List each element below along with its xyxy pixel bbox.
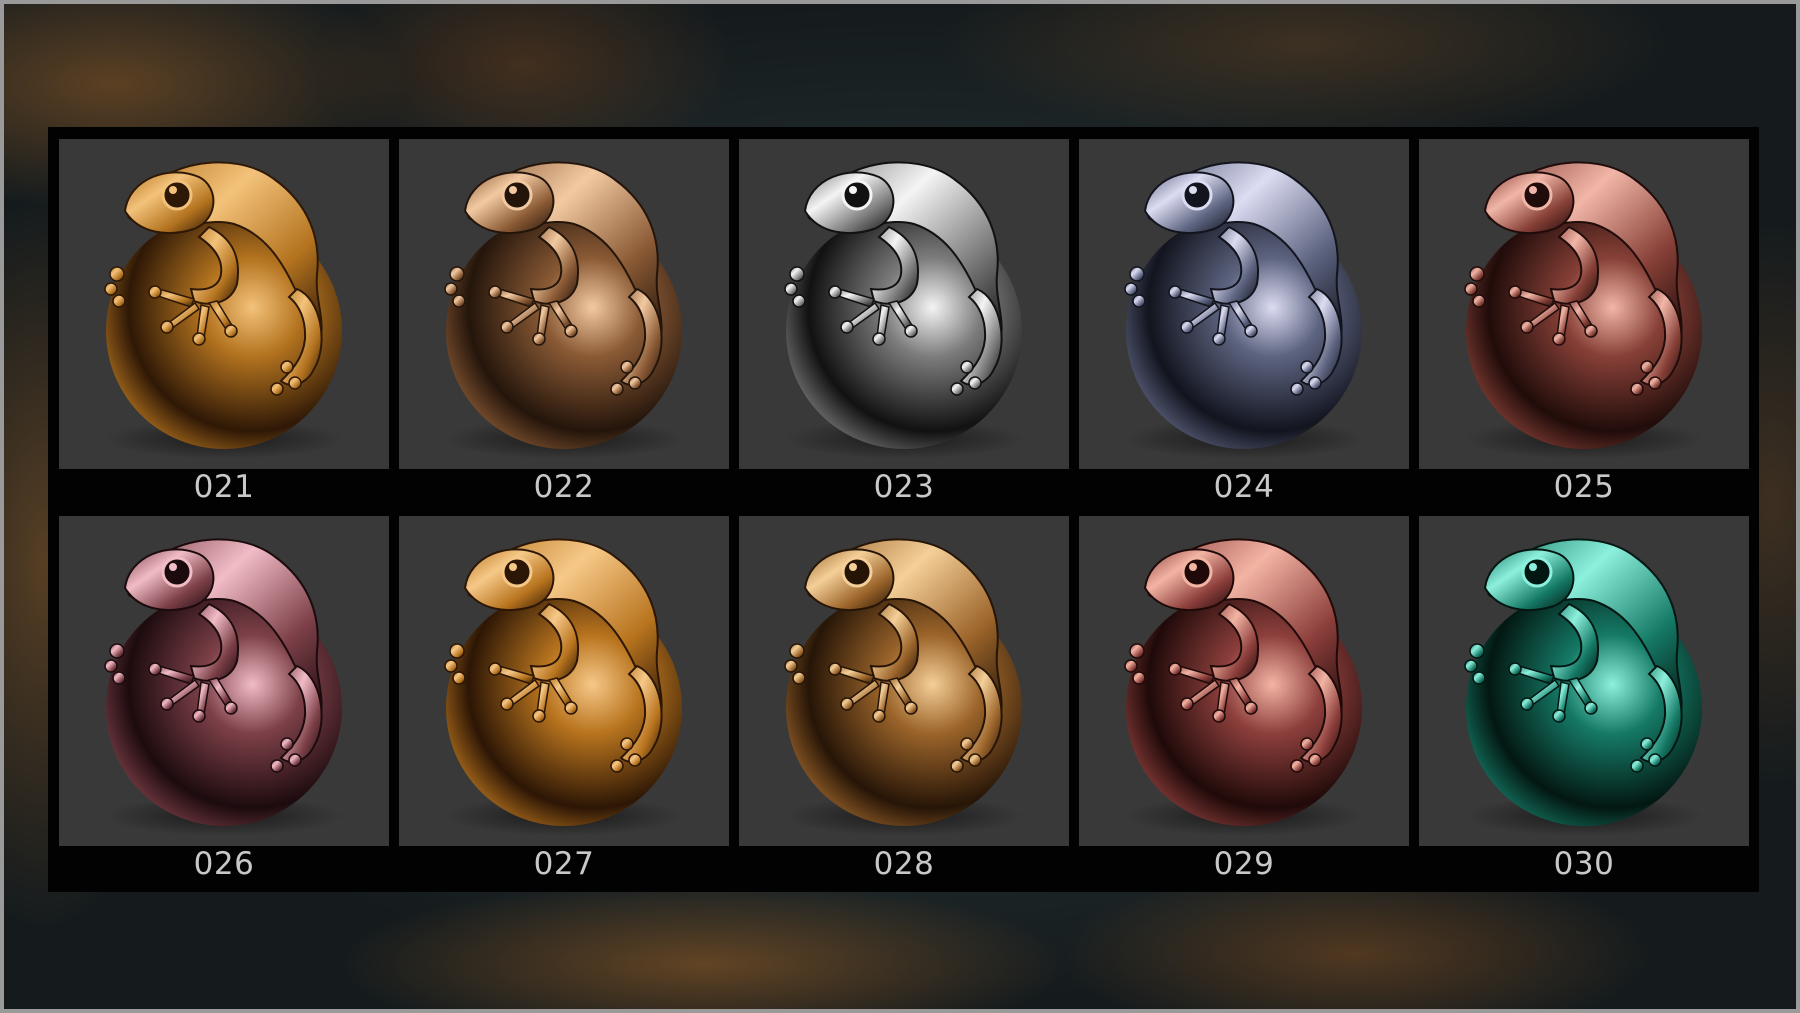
frog-sphere-icon [104, 538, 344, 836]
material-swatch-030[interactable] [1419, 516, 1749, 846]
frog-sphere-icon [444, 538, 684, 836]
material-label: 029 [1213, 846, 1275, 882]
material-grid-panel: 021 022 023 024 025 026 027 028 029 030 [48, 127, 1759, 892]
material-swatch-028[interactable] [739, 516, 1069, 846]
grunge-background: 021 022 023 024 025 026 027 028 029 030 [0, 0, 1800, 1013]
material-swatch-021[interactable] [59, 139, 389, 469]
material-label: 023 [873, 469, 935, 505]
material-swatch-024[interactable] [1079, 139, 1409, 469]
frog-sphere-icon [1464, 538, 1704, 836]
frog-sphere-icon [1124, 161, 1364, 459]
frog-sphere-icon [104, 161, 344, 459]
material-label: 027 [533, 846, 595, 882]
material-label: 026 [193, 846, 255, 882]
frog-sphere-icon [784, 538, 1024, 836]
material-label: 021 [193, 469, 255, 505]
frog-sphere-icon [784, 161, 1024, 459]
material-label: 024 [1213, 469, 1275, 505]
material-label: 022 [533, 469, 595, 505]
frog-sphere-icon [444, 161, 684, 459]
frog-sphere-icon [1124, 538, 1364, 836]
frog-sphere-icon [1464, 161, 1704, 459]
material-label: 030 [1553, 846, 1615, 882]
material-label: 025 [1553, 469, 1615, 505]
material-swatch-029[interactable] [1079, 516, 1409, 846]
material-swatch-022[interactable] [399, 139, 729, 469]
material-swatch-023[interactable] [739, 139, 1069, 469]
material-swatch-027[interactable] [399, 516, 729, 846]
material-swatch-025[interactable] [1419, 139, 1749, 469]
material-swatch-026[interactable] [59, 516, 389, 846]
material-label: 028 [873, 846, 935, 882]
